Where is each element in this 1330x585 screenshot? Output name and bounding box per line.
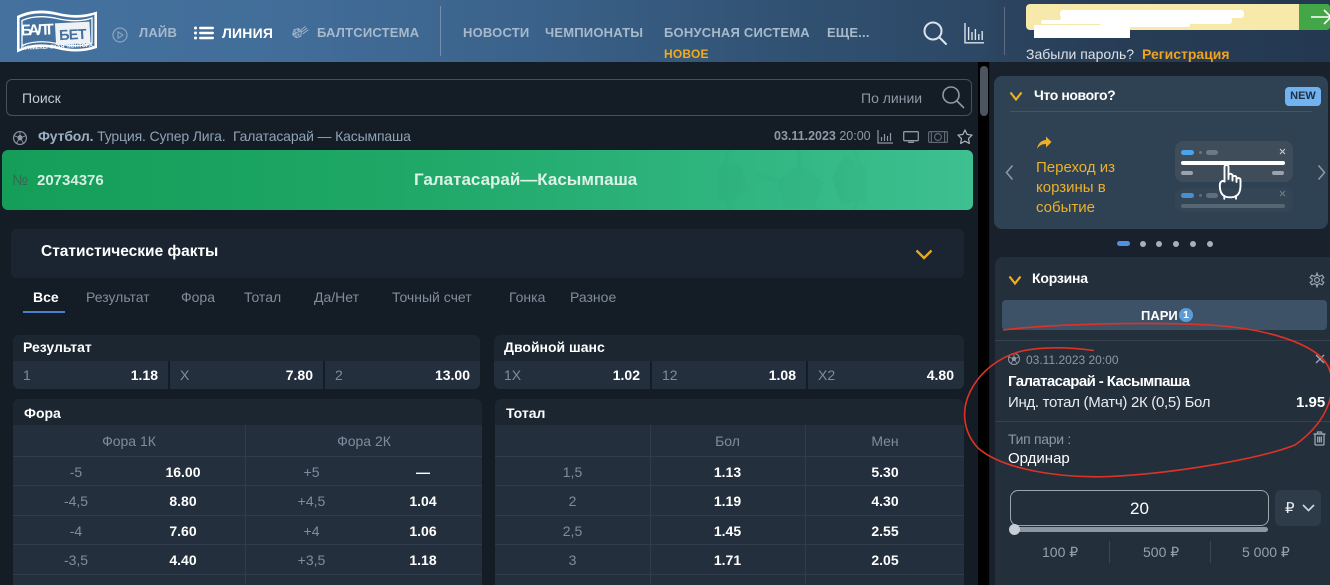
svg-text:БЕТ: БЕТ bbox=[59, 27, 87, 44]
svg-text:БАЛТ: БАЛТ bbox=[21, 21, 55, 39]
